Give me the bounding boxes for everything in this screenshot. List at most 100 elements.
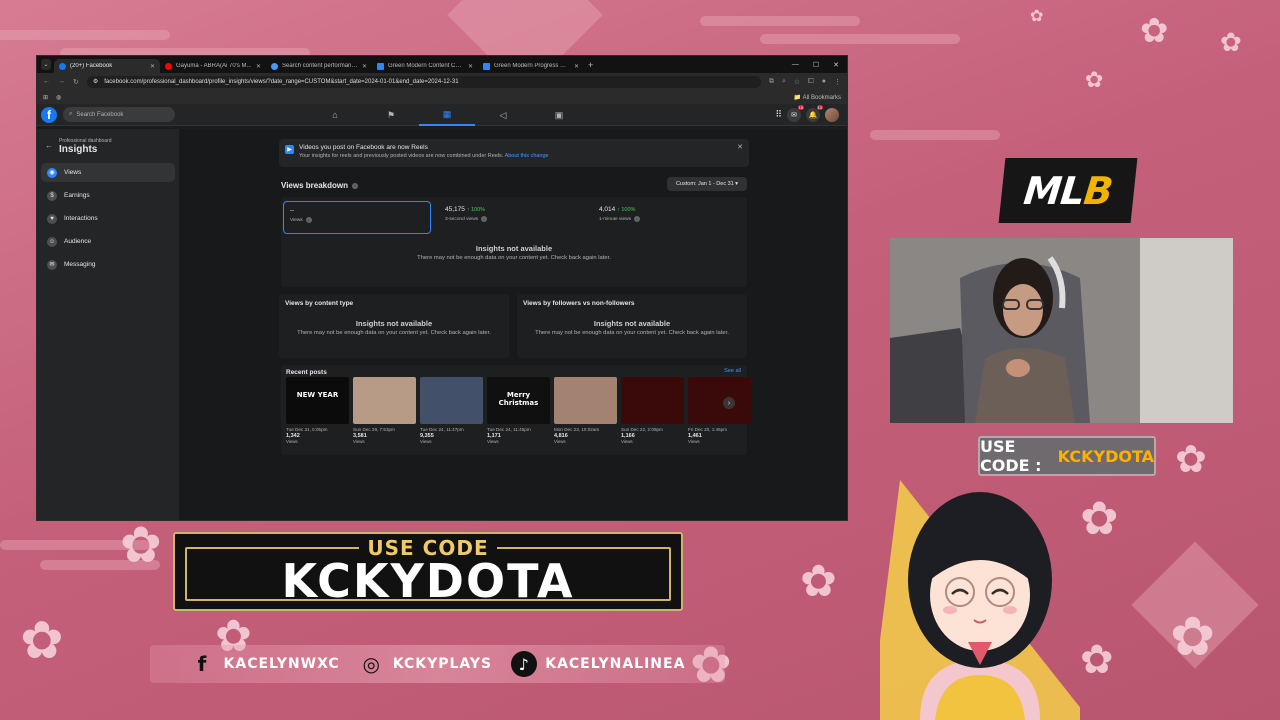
recent-post[interactable]: NEW YEAR Tue Dec 31, 5:05pm 1,342 Views (286, 377, 349, 444)
insights-main: ▶ Videos you post on Facebook are now Re… (179, 129, 847, 520)
sidebar-item-earnings[interactable]: $ Earnings (41, 186, 175, 205)
close-tab-icon[interactable]: ✕ (362, 63, 367, 70)
post-views-label: Views (420, 439, 432, 444)
decor-stripe (870, 130, 1000, 140)
reload-icon[interactable]: ↻ (73, 78, 79, 86)
vtuber-avatar-image (880, 480, 1080, 720)
sidebar-item-interactions[interactable]: ♥ Interactions (41, 209, 175, 228)
home-icon[interactable]: ⌂ (307, 104, 363, 126)
dollar-icon: $ (47, 190, 57, 201)
thumbs-up-icon: ♥ (47, 213, 57, 224)
new-tab-button[interactable]: + (588, 60, 593, 70)
tab-search-button[interactable]: ⌄ (41, 59, 51, 70)
recent-post[interactable]: Tue Dec 24, 11:47pm 9,355 Views (420, 377, 483, 444)
search-input[interactable]: ⌕ Search Facebook (63, 107, 175, 122)
calendar-icon[interactable]: ▣ (531, 104, 587, 126)
info-icon[interactable]: i (305, 217, 312, 223)
dashboard-icon[interactable]: ▦ (419, 104, 475, 126)
zoom-icon[interactable]: ⌕ (782, 78, 786, 86)
extensions-icon[interactable]: ⧠ (808, 78, 814, 86)
tab-strip: ⌄ (20+) Facebook ✕ Gayuma - ABRA(Ai 70's… (37, 56, 847, 73)
avatar[interactable] (825, 107, 839, 122)
close-tab-icon[interactable]: ✕ (150, 63, 155, 70)
recent-post[interactable]: Sun Dec 29, 7:53pm 3,581 Views (353, 377, 416, 444)
address-toolbar: ← → ↻ ⚙ facebook.com/professional_dashbo… (37, 73, 847, 90)
decor-stripe (700, 16, 860, 26)
promo-code-banner: USE CODE KCKYDOTA (173, 532, 683, 611)
sidebar-item-audience[interactable]: ☺ Audience (41, 232, 175, 251)
chevron-right-icon[interactable]: › (723, 397, 735, 409)
forward-icon[interactable]: → (58, 78, 65, 85)
stat-change: ↑ 100% (617, 207, 636, 213)
close-tab-icon[interactable]: ✕ (468, 63, 473, 70)
maximize-icon[interactable]: ☐ (813, 61, 819, 69)
tab-search-content[interactable]: Search content performance - ✕ (266, 59, 372, 73)
megaphone-icon[interactable]: ◁ (475, 104, 531, 126)
date-range-dropdown[interactable]: Custom: Jan 1 - Dec 31 ▾ (667, 177, 747, 191)
blossom-icon: ✿ (120, 516, 162, 574)
bookmark-item-icon[interactable]: ◍ (56, 94, 61, 101)
tab-content-calendar[interactable]: Green Modern Content Calend... ✕ (372, 59, 478, 73)
sidebar-item-label: Earnings (64, 192, 90, 199)
sidebar-item-views[interactable]: ◉ Views (41, 163, 175, 182)
info-icon[interactable]: i (352, 182, 358, 189)
stat-3-second-views[interactable]: 45,175 ↑ 100% 3-second views i (439, 201, 587, 234)
recent-post[interactable]: Fri Dec 20, 1:46pm 1,461 Views (688, 377, 751, 444)
all-bookmarks[interactable]: 📁 All Bookmarks (794, 94, 841, 101)
close-window-icon[interactable]: ✕ (833, 61, 839, 69)
apps-icon[interactable]: ⊞ (43, 94, 48, 101)
insights-not-available: Insights not available There may not be … (281, 244, 747, 261)
post-thumbnail[interactable] (420, 377, 483, 424)
post-thumbnail[interactable]: NEW YEAR (286, 377, 349, 424)
post-thumbnail[interactable] (688, 377, 751, 424)
tab-youtube[interactable]: Gayuma - ABRA(Ai 70's M... ✕ (160, 59, 266, 73)
flag-icon[interactable]: ⚑ (363, 104, 419, 126)
recent-post[interactable]: Merry Christmas Tue Dec 24, 11:45pm 1,171 V… (487, 377, 550, 444)
profile-icon[interactable]: ● (822, 78, 826, 85)
social-links: f KACELYNWXC ◎ KCKYPLAYS ♪ KACELYNALINEA (150, 645, 725, 683)
stat-1-minute-views[interactable]: 4,014 ↑ 100% 1-minute views i (593, 201, 741, 234)
thumbnail-text: NEW YEAR (296, 391, 339, 399)
post-thumbnail[interactable]: Merry Christmas (487, 377, 550, 424)
post-thumbnail[interactable] (621, 377, 684, 424)
facebook-logo-icon[interactable]: f (41, 106, 57, 123)
recent-posts-list: NEW YEAR Tue Dec 31, 5:05pm 1,342 Views Sun … (286, 377, 751, 444)
tab-progress-report[interactable]: Green Modern Progress Report ✕ (478, 59, 584, 73)
close-icon[interactable]: ✕ (737, 143, 743, 151)
menu-icon[interactable]: ⋮ (834, 78, 841, 86)
post-thumbnail[interactable] (554, 377, 617, 424)
post-date: Tue Dec 31, 5:05pm (286, 427, 328, 432)
back-arrow-icon[interactable]: ← (45, 141, 53, 150)
close-tab-icon[interactable]: ✕ (574, 63, 579, 70)
blossom-icon: ✿ (1170, 605, 1216, 668)
social-handle: KACELYNALINEA (545, 656, 686, 672)
stat-label: Views (290, 217, 303, 223)
about-change-link[interactable]: About this change (505, 153, 549, 159)
promo-code: KCKYDOTA (1057, 446, 1154, 466)
site-info-icon[interactable]: ⚙ (93, 78, 98, 85)
messenger-icon[interactable]: ✉ 15 (787, 104, 804, 122)
views-breakdown-card: -- Views i 45,175 ↑ 100% 3-second views i … (281, 197, 747, 287)
tab-facebook[interactable]: (20+) Facebook ✕ (54, 59, 160, 73)
bookmark-star-icon[interactable]: ☆ (794, 78, 800, 86)
webcam-feed (890, 238, 1233, 423)
minimize-icon[interactable]: — (792, 61, 799, 69)
back-icon[interactable]: ← (43, 78, 50, 85)
info-icon[interactable]: i (634, 216, 640, 222)
instagram-icon: ◎ (362, 652, 381, 676)
stat-views[interactable]: -- Views i (283, 201, 431, 234)
see-all-link[interactable]: See all (724, 368, 741, 374)
webcam-scene-image (890, 238, 1233, 423)
sidebar-item-messaging[interactable]: ✉ Messaging (41, 255, 175, 274)
menu-grid-icon[interactable]: ⠿ (775, 109, 782, 120)
blossom-icon: ✿ (20, 611, 64, 671)
recent-post[interactable]: Mon Dec 23, 10:02am 4,816 Views (554, 377, 617, 444)
post-thumbnail[interactable] (353, 377, 416, 424)
info-icon[interactable]: i (481, 216, 488, 222)
banner-heading-text: USE CODE (359, 536, 497, 560)
install-icon[interactable]: ⧉ (769, 78, 774, 86)
address-bar[interactable]: ⚙ facebook.com/professional_dashboard/pr… (86, 75, 761, 88)
notifications-icon[interactable]: 🔔 13 (806, 104, 823, 122)
close-tab-icon[interactable]: ✕ (256, 63, 261, 70)
recent-post[interactable]: Sun Dec 22, 2:09pm 1,166 Views (621, 377, 684, 444)
